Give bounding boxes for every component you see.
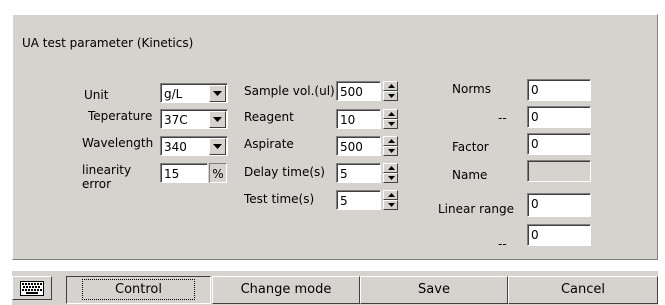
arrow-up-icon (388, 112, 395, 116)
sample-vol-label: Sample vol.(ul) (244, 84, 335, 98)
spin-down-button[interactable] (383, 119, 398, 129)
spin-up-button[interactable] (383, 81, 398, 91)
arrow-up-icon (388, 84, 395, 88)
norms-upper-input[interactable]: 0 (527, 106, 591, 128)
arrow-down-icon (388, 203, 395, 207)
temperature-label: Teperature (88, 109, 153, 123)
spin-down-button[interactable] (383, 146, 398, 156)
change-mode-button[interactable]: Change mode (212, 276, 360, 304)
reagent-spinner[interactable] (383, 109, 398, 129)
reagent-input[interactable]: 10 (336, 109, 381, 129)
aspirate-input[interactable]: 500 (336, 136, 381, 156)
sample-vol-input[interactable]: 500 (336, 81, 381, 101)
percent-unit: % (209, 163, 227, 183)
wavelength-dropdown-button[interactable] (209, 138, 226, 155)
sample-vol-spinner[interactable] (383, 81, 398, 101)
delay-time-spinner[interactable] (383, 163, 398, 183)
aspirate-label: Aspirate (244, 137, 294, 151)
arrow-up-icon (388, 139, 395, 143)
linearity-error-input[interactable]: 15 (160, 163, 208, 183)
linear-range-upper-label: -- (498, 237, 507, 251)
spin-down-button[interactable] (383, 91, 398, 101)
arrow-down-icon (388, 122, 395, 126)
name-label: Name (452, 168, 488, 182)
chevron-down-icon (213, 91, 222, 96)
chevron-down-icon (213, 144, 222, 149)
arrow-down-icon (388, 176, 395, 180)
arrow-down-icon (388, 94, 395, 98)
test-time-input[interactable]: 5 (336, 190, 381, 210)
cancel-button[interactable]: Cancel (508, 276, 658, 304)
linear-range-input[interactable]: 0 (527, 193, 591, 217)
factor-label: Factor (452, 140, 489, 154)
factor-input[interactable]: 0 (527, 133, 591, 155)
aspirate-spinner[interactable] (383, 136, 398, 156)
save-button[interactable]: Save (360, 276, 508, 304)
spin-up-button[interactable] (383, 163, 398, 173)
control-button[interactable]: Control (66, 276, 211, 304)
arrow-down-icon (388, 149, 395, 153)
norms-label: Norms (452, 82, 491, 96)
test-time-spinner[interactable] (383, 190, 398, 210)
delay-time-input[interactable]: 5 (336, 163, 381, 183)
spin-down-button[interactable] (383, 173, 398, 183)
norms-upper-label: -- (498, 111, 507, 125)
name-input (527, 160, 591, 182)
chevron-down-icon (213, 117, 222, 122)
spin-down-button[interactable] (383, 200, 398, 210)
panel-title: UA test parameter (Kinetics) (22, 36, 194, 50)
wavelength-label: Wavelength (82, 136, 154, 150)
norms-input[interactable]: 0 (527, 79, 591, 101)
linearity-label: linearity error (82, 163, 132, 191)
unit-dropdown-button[interactable] (209, 85, 226, 102)
delay-time-label: Delay time(s) (244, 165, 325, 179)
keyboard-button[interactable] (12, 276, 52, 300)
unit-label: Unit (84, 88, 109, 102)
arrow-up-icon (388, 166, 395, 170)
spin-up-button[interactable] (383, 109, 398, 119)
arrow-up-icon (388, 193, 395, 197)
linear-range-upper-input[interactable]: 0 (527, 224, 591, 246)
test-time-label: Test time(s) (244, 192, 315, 206)
linear-range-label: Linear range (438, 202, 515, 216)
temperature-dropdown-button[interactable] (209, 111, 226, 128)
spin-up-button[interactable] (383, 190, 398, 200)
keyboard-icon (20, 281, 44, 296)
spin-up-button[interactable] (383, 136, 398, 146)
reagent-label: Reagent (244, 110, 294, 124)
